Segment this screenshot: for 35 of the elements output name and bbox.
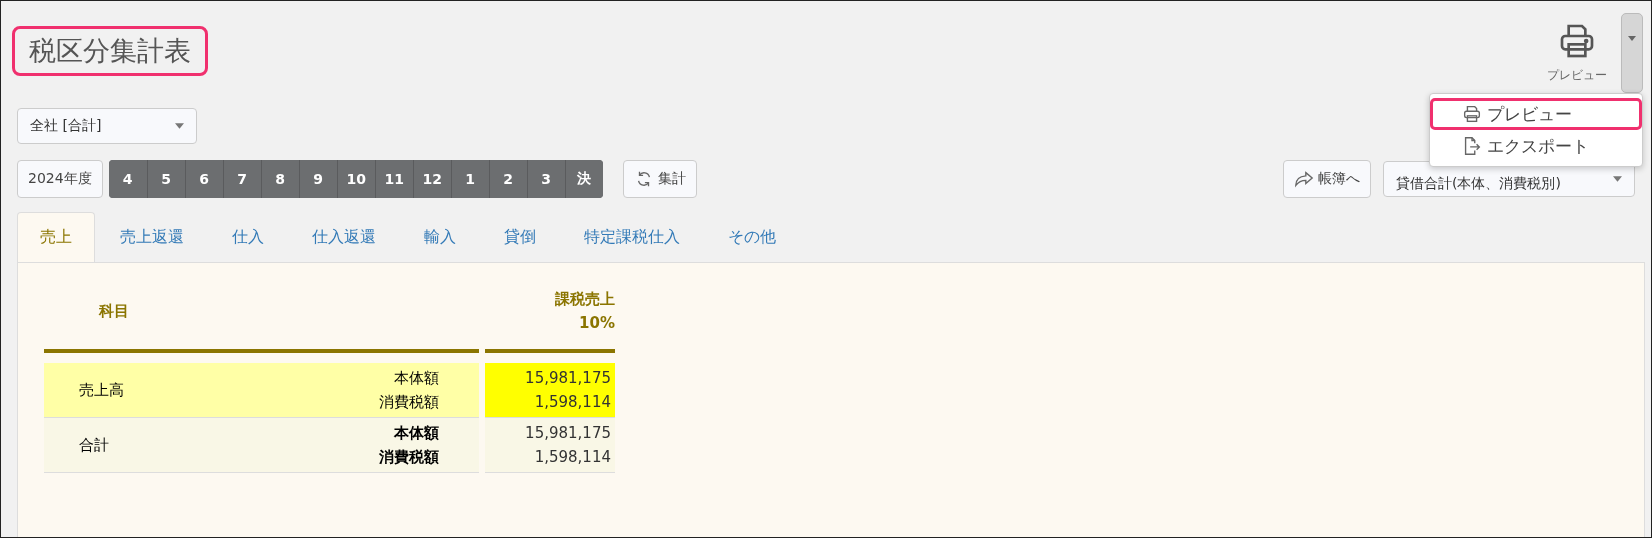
tab[interactable]: 仕入	[209, 212, 287, 262]
amount-value: 1,598,114	[533, 447, 611, 468]
amount-value: 1,598,114	[533, 392, 611, 413]
amount-value: 15,981,175	[524, 423, 611, 444]
menu-item[interactable]: プレビュー	[1430, 98, 1642, 130]
printer-icon	[1461, 103, 1483, 125]
tab[interactable]: 仕入返還	[289, 212, 399, 262]
company-select[interactable]: 全社 [合計]	[17, 108, 197, 144]
amount-label: 消費税額	[379, 392, 439, 413]
column-header: 課税売上 10%	[485, 281, 615, 353]
tab[interactable]: その他	[705, 212, 799, 262]
caret-icon	[175, 123, 184, 129]
caret-icon	[1628, 36, 1636, 41]
row-label: 合計	[78, 435, 109, 455]
month-button[interactable]: 決	[564, 160, 603, 198]
menu-item[interactable]: エクスポート	[1430, 130, 1642, 162]
preview-button[interactable]: プレビュー	[1541, 13, 1613, 85]
amount-label: 本体額	[393, 368, 439, 389]
tab[interactable]: 貸倒	[481, 212, 559, 262]
column-header: 科目	[44, 281, 479, 353]
aggregate-button[interactable]: 集計	[622, 160, 697, 198]
row-label: 売上高	[78, 380, 124, 400]
fiscal-year-button[interactable]: 2024年度	[17, 160, 103, 198]
tab[interactable]: 売上返還	[97, 212, 207, 262]
tab[interactable]: 売上	[17, 212, 95, 262]
dropdown-toggle[interactable]	[1621, 13, 1643, 93]
ledger-button[interactable]: 帳簿へ	[1283, 160, 1371, 198]
share-arrow-icon	[1294, 170, 1314, 188]
tab[interactable]: 特定課税仕入	[561, 212, 703, 262]
amount-label: 本体額	[393, 423, 439, 444]
amount-label: 消費税額	[379, 447, 439, 468]
caret-icon	[1613, 176, 1622, 182]
tab[interactable]: 輸入	[401, 212, 479, 262]
page-title: 税区分集計表	[12, 26, 208, 76]
amount-value: 15,981,175	[524, 368, 611, 389]
